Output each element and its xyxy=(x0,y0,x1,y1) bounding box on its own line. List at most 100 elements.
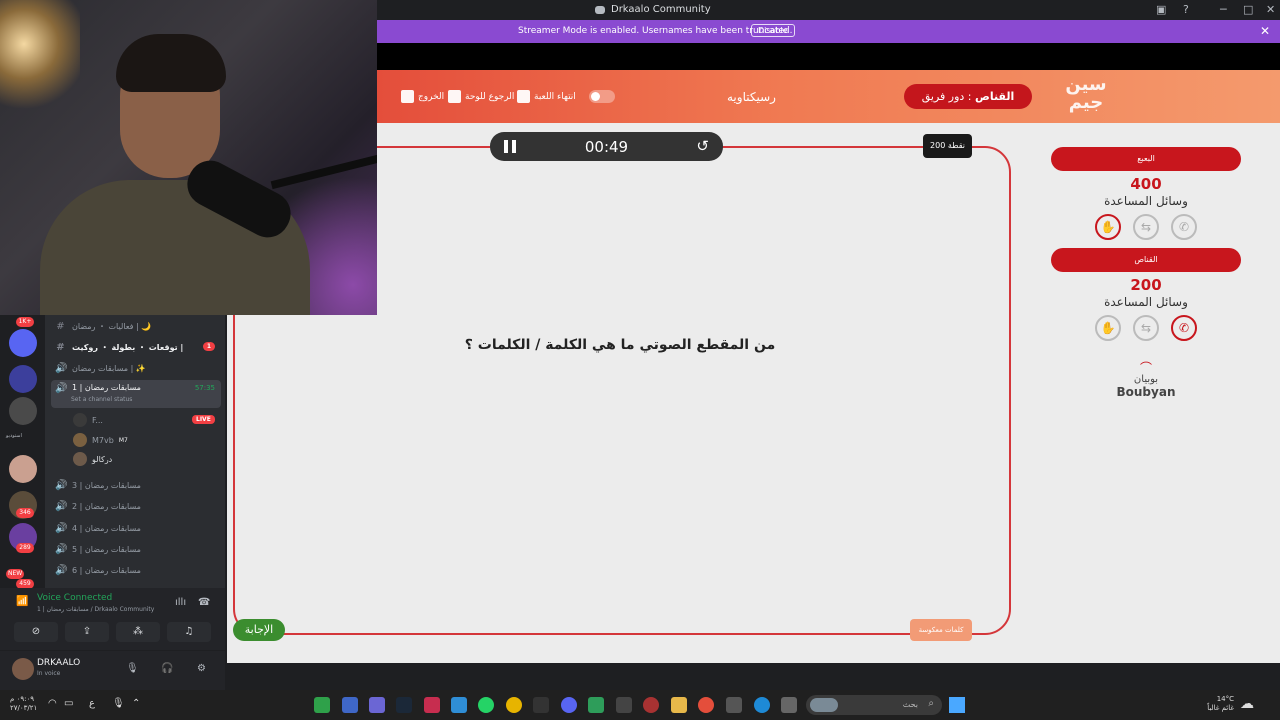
edge-icon[interactable] xyxy=(754,697,770,713)
inbox-icon[interactable]: ▣ xyxy=(1156,3,1166,16)
channel-item[interactable]: 🔊 مسابقات رمضان | 4 xyxy=(51,519,221,537)
hand-icon[interactable]: ✋ xyxy=(1095,214,1121,240)
channel-item[interactable]: 🔊 مسابقات رمضان | 3 xyxy=(51,476,221,494)
terminal-icon[interactable] xyxy=(533,697,549,713)
camera-button[interactable]: ⊘ xyxy=(14,622,58,642)
disable-streamer-button[interactable]: Disable xyxy=(751,24,795,37)
app-icon[interactable] xyxy=(588,697,604,713)
weather-text: غائم غالباً xyxy=(1207,704,1234,712)
speaker-icon: 🔊 xyxy=(55,500,68,512)
app-icon[interactable] xyxy=(781,697,797,713)
channel-item[interactable]: # توقعات ・ بطولة ・ روكيت | 1 xyxy=(51,338,221,356)
streamer-mode-banner: Streamer Mode is enabled. Usernames have… xyxy=(377,20,1280,43)
end-game-button[interactable]: انتهاء اللعبة xyxy=(517,90,576,103)
screen-share-button[interactable]: ⇪ xyxy=(65,622,109,642)
wifi-icon[interactable]: ◠ xyxy=(48,698,57,709)
voice-subtitle[interactable]: 1 | مسابقات رمضان / Drkaalo Community xyxy=(37,606,154,613)
hint-button[interactable]: كلمات معكوسة xyxy=(910,619,972,641)
windows-start-icon[interactable] xyxy=(949,697,965,713)
user-status: In voice xyxy=(37,670,61,677)
weather-widget[interactable]: 14°C غائم غالباً xyxy=(1207,695,1234,713)
server-icon[interactable] xyxy=(9,455,37,483)
chrome-icon[interactable] xyxy=(506,697,522,713)
app-icon[interactable] xyxy=(698,697,714,713)
exit-icon xyxy=(401,90,414,103)
close-icon[interactable]: ✕ xyxy=(1260,24,1270,38)
sponsor-name-en: Boubyan xyxy=(1116,385,1176,399)
shield-icon[interactable] xyxy=(342,697,358,713)
close-button[interactable]: ✕ xyxy=(1266,3,1275,16)
soundboard-button[interactable]: ♫ xyxy=(167,622,211,642)
swap-icon[interactable]: ⇆ xyxy=(1133,214,1159,240)
sponsor-logo: ⌒ بوبيان Boubyan xyxy=(1108,362,1184,399)
mic-tray-icon[interactable]: 🎙 xyxy=(112,698,125,709)
speaker-icon: 🔊 xyxy=(55,564,68,576)
help-icon[interactable]: ? xyxy=(1183,3,1189,16)
server-icon[interactable] xyxy=(9,397,37,425)
app-icon[interactable] xyxy=(616,697,632,713)
app-icon[interactable] xyxy=(451,697,467,713)
search-box[interactable]: بحث ⌕ xyxy=(806,695,942,715)
reset-timer-icon[interactable]: ↺ xyxy=(696,137,709,155)
swap-icon[interactable]: ⇆ xyxy=(1133,315,1159,341)
server-badge: 346 xyxy=(16,508,34,518)
channel-item[interactable]: 🔊 مسابقات رمضان | 6 xyxy=(51,561,221,579)
minimize-button[interactable]: ─ xyxy=(1220,3,1227,16)
channel-item[interactable]: 🔊 مسابقات رمضان | 5 xyxy=(51,540,221,558)
voice-user[interactable]: F... xyxy=(73,412,103,428)
avatar[interactable] xyxy=(12,658,34,680)
voice-panel: 📶 Voice Connected 1 | مسابقات رمضان / Dr… xyxy=(0,588,225,650)
server-badge: 289 xyxy=(16,543,34,553)
activities-button[interactable]: ⁂ xyxy=(116,622,160,642)
weather-cloud-icon: ☁ xyxy=(1240,696,1254,712)
language-indicator[interactable]: ع xyxy=(89,698,95,709)
folder-icon[interactable] xyxy=(671,697,687,713)
whatsapp-icon[interactable] xyxy=(478,697,494,713)
chevron-up-icon[interactable]: ⌃ xyxy=(132,698,140,709)
answer-button[interactable]: الإجابة xyxy=(233,619,285,641)
taskbar-clock[interactable]: ٠٩:٠٩ م ٢٧/٠٣/٢١ xyxy=(10,695,37,713)
team-card: القناص 200 وسائل المساعدة ✋ ⇆ ✆ xyxy=(1051,248,1241,341)
app-icon[interactable] xyxy=(369,697,385,713)
channel-label: توقعات ・ بطولة ・ روكيت | xyxy=(72,342,184,352)
new-badge: NEW xyxy=(6,569,25,579)
store-icon[interactable] xyxy=(726,697,742,713)
maximize-button[interactable]: □ xyxy=(1243,3,1253,16)
signal-icon: 📶 xyxy=(16,596,29,607)
channel-item-active[interactable]: 🔊 مسابقات رمضان | 1 57:35 Set a channel … xyxy=(51,380,221,408)
channel-item[interactable]: # فعاليات ・ رمضان | 🌙 xyxy=(51,317,221,335)
phone-icon[interactable]: ✆ xyxy=(1171,315,1197,341)
team-score: 400 xyxy=(1130,175,1162,193)
back-to-board-button[interactable]: الرجوع للوحة xyxy=(448,90,514,103)
voice-user[interactable]: M7vb M7 xyxy=(73,432,128,448)
voice-user[interactable]: دركالو xyxy=(73,451,112,467)
search-icon: ⌕ xyxy=(928,698,934,709)
app-icon[interactable] xyxy=(314,697,330,713)
hand-icon[interactable]: ✋ xyxy=(1095,315,1121,341)
channel-item[interactable]: 🔊 مسابقات رمضان | 2 xyxy=(51,497,221,515)
steam-icon[interactable] xyxy=(396,697,412,713)
phone-icon[interactable]: ✆ xyxy=(1171,214,1197,240)
exit-button[interactable]: الخروج xyxy=(401,90,444,103)
user-name: M7vb xyxy=(92,435,114,445)
settings-gear-icon[interactable]: ⚙ xyxy=(197,663,206,674)
disconnect-icon[interactable]: ☎ xyxy=(198,597,210,608)
obs-icon[interactable] xyxy=(643,697,659,713)
voice-status[interactable]: Voice Connected xyxy=(37,593,112,603)
temperature: 14°C xyxy=(1216,695,1234,703)
end-game-toggle[interactable] xyxy=(589,90,615,103)
server-icon[interactable] xyxy=(9,365,37,393)
noise-suppression-icon[interactable]: ıllı xyxy=(175,597,186,608)
display-icon[interactable]: ▭ xyxy=(64,698,73,709)
microphone-icon[interactable]: 🎙 xyxy=(126,663,139,674)
avatar xyxy=(73,452,87,466)
question-text: من المقطع الصوتي ما هي الكلمة / الكلمات … xyxy=(464,337,776,353)
app-icon[interactable] xyxy=(424,697,440,713)
headphones-icon[interactable]: 🎧 xyxy=(161,663,173,674)
arrow-right-icon xyxy=(517,90,530,103)
server-icon[interactable] xyxy=(9,329,37,357)
channel-item[interactable]: 🔊 مسابقات رمضان | ✨ xyxy=(51,359,221,377)
speaker-icon: 🔊 xyxy=(55,479,68,491)
channel-status[interactable]: Set a channel status xyxy=(71,396,132,403)
discord-icon[interactable] xyxy=(561,697,577,713)
